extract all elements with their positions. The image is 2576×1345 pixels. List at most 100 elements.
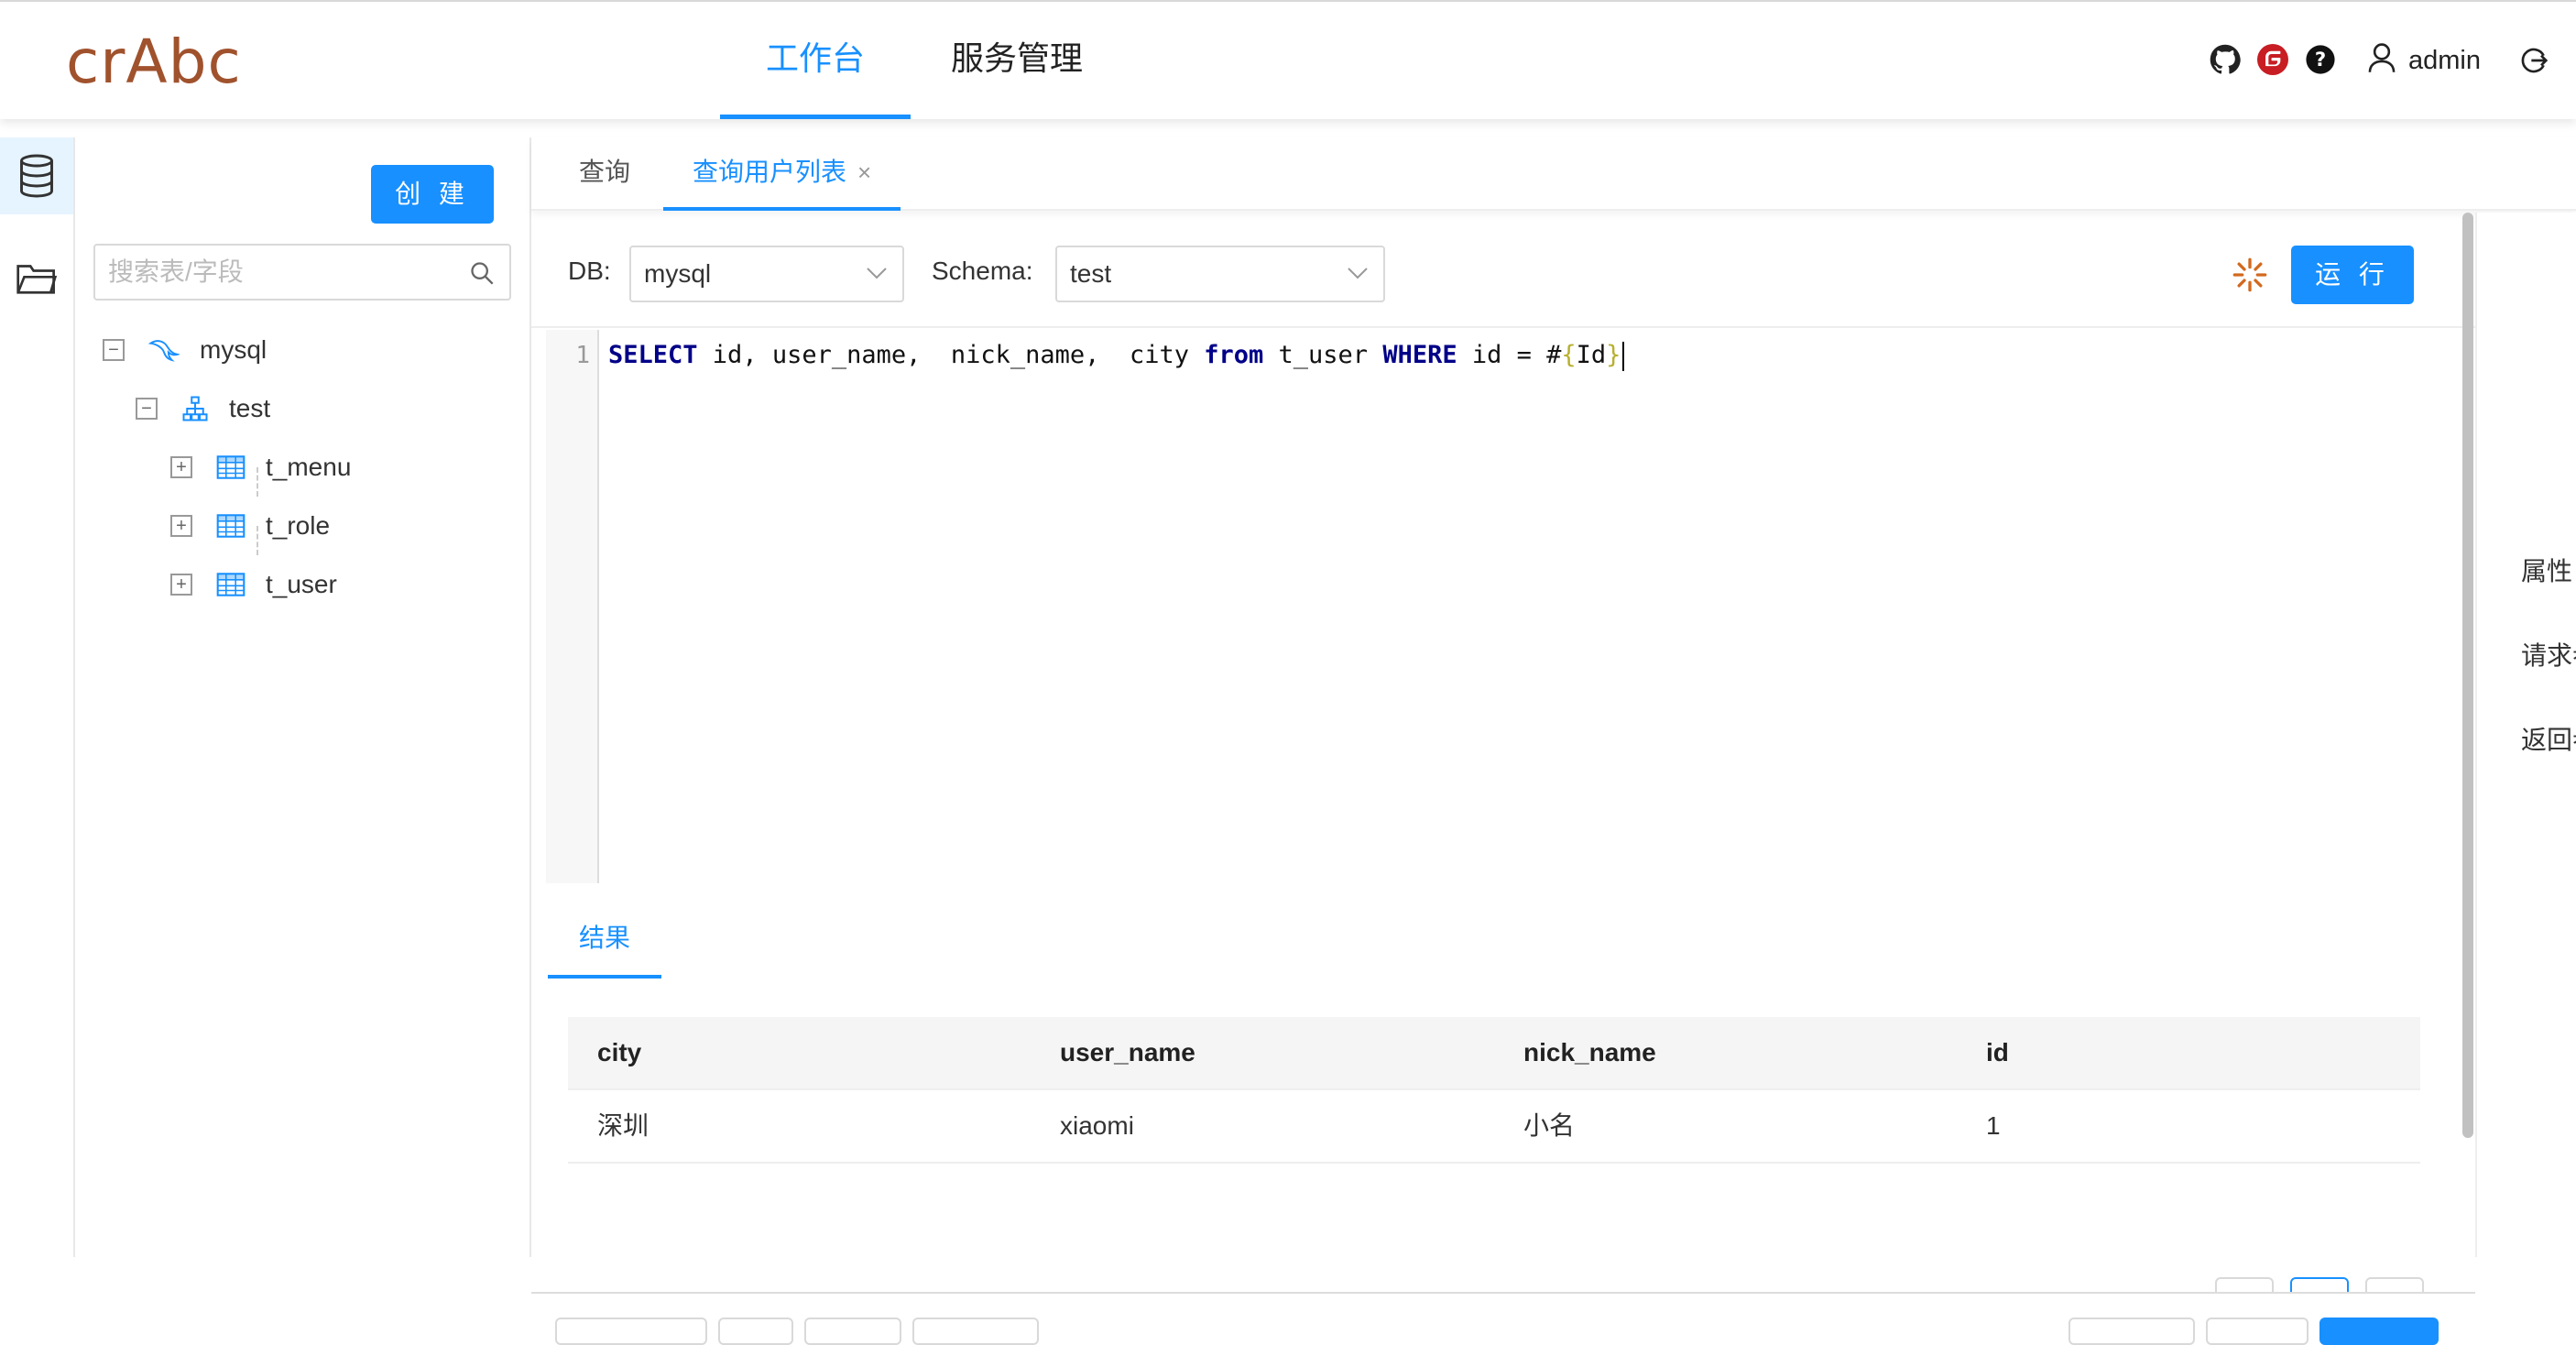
schema-select-value: test: [1070, 259, 1112, 288]
vertical-scrollbar[interactable]: [2461, 213, 2475, 1138]
tab-query[interactable]: 查询: [579, 137, 630, 211]
database-icon: [16, 154, 57, 198]
nav-tab-service-management[interactable]: 服务管理: [905, 2, 1129, 119]
table-cell: xiaomi: [1060, 1111, 1134, 1140]
text-caret: [1622, 341, 1625, 371]
sql-brace: }: [1606, 341, 1621, 369]
table-cell: 深圳: [597, 1111, 649, 1140]
tree-label-schema: test: [229, 394, 271, 422]
rail-item-database[interactable]: [0, 137, 73, 214]
tree-search-input[interactable]: [108, 253, 456, 291]
nav-tab-workbench[interactable]: 工作台: [720, 2, 911, 119]
panel-item-response-params[interactable]: 返回参数: [2521, 720, 2576, 757]
bottom-button[interactable]: [2068, 1318, 2195, 1345]
tab-user-list-query[interactable]: 查询用户列表 ×: [663, 137, 901, 211]
scrollbar-thumb[interactable]: [2462, 213, 2473, 1138]
column-header[interactable]: nick_name: [1523, 1017, 1656, 1088]
sql-keyword: SELECT: [608, 341, 698, 369]
expand-icon[interactable]: +: [170, 515, 192, 537]
sql-text: t_user: [1263, 341, 1383, 369]
bottom-button[interactable]: [718, 1318, 793, 1345]
user-icon[interactable]: [2367, 42, 2396, 73]
sql-brace: {: [1561, 341, 1577, 369]
sql-keyword: WHERE: [1382, 341, 1457, 369]
logout-icon[interactable]: [2519, 46, 2549, 75]
tree-label-db: mysql: [200, 335, 267, 364]
folder-icon: [16, 260, 57, 297]
bottom-action-bar: [531, 1292, 2475, 1345]
tree-node-table[interactable]: + t_user: [170, 562, 337, 607]
result-tabs: 结果: [548, 902, 2459, 982]
tree-label-table: t_user: [266, 570, 337, 598]
schema-tree-panel: 创 建 − mysql − test + t_menu + t_role: [75, 137, 531, 1257]
table-cell: 1: [1986, 1111, 2001, 1140]
collapse-icon[interactable]: −: [136, 398, 158, 420]
table-icon: [216, 455, 246, 479]
github-icon[interactable]: [2210, 44, 2241, 75]
chevron-down-icon: [866, 266, 888, 280]
sql-editor[interactable]: 1 SELECT id, user_name, nick_name, city …: [546, 330, 2475, 883]
app-header: crAbc 工作台 服务管理 ? admin: [0, 0, 2576, 119]
panel-item-request-params[interactable]: 请求参数: [2521, 636, 2576, 672]
user-name[interactable]: admin: [2408, 42, 2481, 79]
gitee-icon[interactable]: [2257, 44, 2288, 75]
collapse-icon[interactable]: −: [103, 339, 125, 361]
schema-icon: [181, 395, 209, 422]
tree-node-schema[interactable]: − test: [136, 386, 270, 432]
main-area: 查询 查询用户列表 × DB: mysql Schema: test 运 行 1…: [531, 137, 2576, 1345]
bottom-primary-button[interactable]: [2319, 1318, 2439, 1345]
close-icon[interactable]: ×: [857, 159, 871, 186]
expand-icon[interactable]: +: [170, 574, 192, 596]
run-button[interactable]: 运 行: [2291, 246, 2414, 304]
search-icon[interactable]: [469, 260, 495, 286]
panel-item-properties[interactable]: 属性: [2521, 552, 2572, 588]
tree-node-table[interactable]: + t_menu: [170, 444, 351, 490]
loading-icon: [2232, 257, 2268, 293]
side-rail: [0, 137, 75, 1257]
tree-search-box[interactable]: [93, 244, 511, 301]
table-row[interactable]: 深圳 xiaomi 小名 1: [568, 1090, 2420, 1164]
tree-node-table[interactable]: + t_role: [170, 503, 330, 549]
schema-label: Schema:: [932, 257, 1033, 285]
bottom-button[interactable]: [555, 1318, 707, 1345]
table-cell: 小名: [1523, 1111, 1576, 1140]
db-select[interactable]: mysql: [629, 246, 904, 302]
line-number: 1: [575, 342, 590, 369]
tab-label: 查询用户列表: [693, 158, 847, 186]
db-label: DB:: [568, 257, 611, 285]
bottom-button[interactable]: [2206, 1318, 2309, 1345]
table-header-row: city user_name nick_name id: [568, 1017, 2420, 1090]
svg-text:?: ?: [2315, 49, 2326, 71]
right-property-panel: 属性 请求参数 返回参数: [2475, 213, 2576, 1257]
schema-select[interactable]: test: [1055, 246, 1385, 302]
query-toolbar: DB: mysql Schema: test 运 行: [531, 213, 2475, 328]
query-workspace: DB: mysql Schema: test 运 行 1 SELECT id, …: [531, 213, 2475, 1345]
tree-label-table: t_menu: [266, 453, 352, 481]
line-gutter: 1: [546, 330, 599, 883]
help-icon[interactable]: ?: [2305, 44, 2336, 75]
column-header[interactable]: city: [597, 1017, 641, 1088]
expand-icon[interactable]: +: [170, 456, 192, 478]
column-header[interactable]: id: [1986, 1017, 2009, 1088]
sql-text: id = #: [1457, 341, 1562, 369]
bottom-button[interactable]: [804, 1318, 901, 1345]
code-line[interactable]: SELECT id, user_name, nick_name, city fr…: [608, 339, 1625, 372]
create-button[interactable]: 创 建: [371, 165, 494, 224]
table-icon: [216, 514, 246, 538]
tree-label-table: t_role: [266, 511, 331, 540]
rail-item-folder[interactable]: [0, 240, 73, 317]
column-header[interactable]: user_name: [1060, 1017, 1195, 1088]
chevron-down-icon: [1347, 266, 1369, 280]
sql-text: id, user_name, nick_name, city: [697, 341, 1205, 369]
sql-keyword: from: [1204, 341, 1264, 369]
result-table: city user_name nick_name id 深圳 xiaomi 小名…: [568, 1017, 2420, 1164]
mysql-icon: [148, 336, 180, 364]
app-logo[interactable]: crAbc: [66, 26, 242, 99]
tree-node-db[interactable]: − mysql: [103, 327, 267, 373]
table-icon: [216, 573, 246, 596]
bottom-button[interactable]: [912, 1318, 1039, 1345]
db-select-value: mysql: [644, 259, 712, 288]
tab-results[interactable]: 结果: [548, 902, 662, 979]
editor-tabs: 查询 查询用户列表 ×: [531, 137, 2576, 211]
sql-param: Id: [1576, 341, 1607, 369]
